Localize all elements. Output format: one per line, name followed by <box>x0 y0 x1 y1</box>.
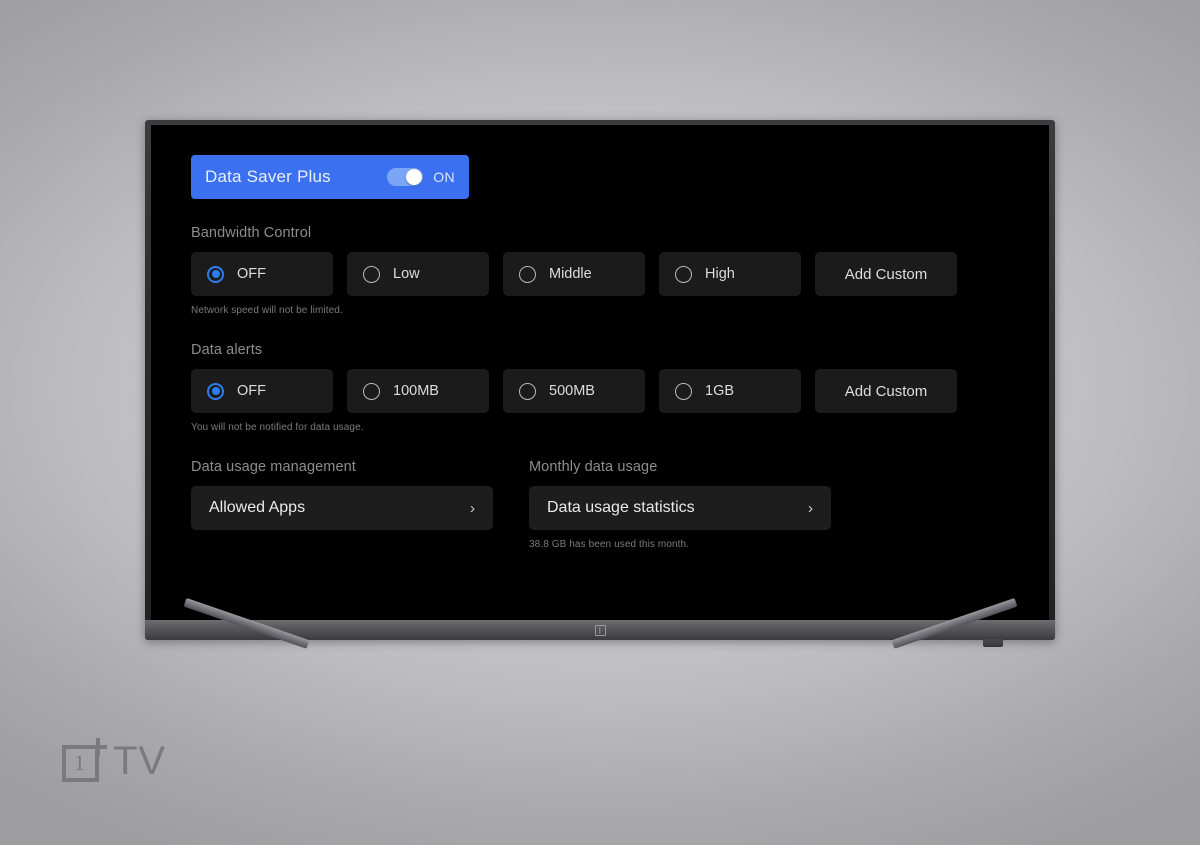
banner-title: Data Saver Plus <box>205 167 331 186</box>
alerts-options-row: OFF 100MB 500MB 1GB Add Custom <box>191 369 1009 413</box>
bottom-sections: Data usage management Allowed Apps › Mon… <box>191 459 1009 550</box>
alert-option-off[interactable]: OFF <box>191 369 333 413</box>
option-label: Low <box>393 266 420 282</box>
tv-screen: Data Saver Plus ON Bandwidth Control OFF <box>151 125 1049 620</box>
section-data-usage-management: Data usage management Allowed Apps › <box>191 459 493 550</box>
radio-icon <box>363 382 380 400</box>
bandwidth-section-title: Bandwidth Control <box>191 225 312 241</box>
plus-icon <box>89 738 107 756</box>
radio-icon <box>519 382 536 400</box>
radio-selected-icon <box>207 265 224 283</box>
chevron-right-icon: › <box>470 499 475 517</box>
section-bandwidth-control: Bandwidth Control OFF Low Middle High Ad… <box>191 225 1009 316</box>
option-label: 100MB <box>393 383 439 399</box>
option-label: 500MB <box>549 383 595 399</box>
alerts-add-custom-button[interactable]: Add Custom <box>815 369 957 413</box>
data-usage-statistics-label: Data usage statistics <box>547 499 695 516</box>
monthly-section-title: Monthly data usage <box>529 459 658 475</box>
brand-name: TV <box>113 739 167 783</box>
oneplus-logo-icon <box>594 624 606 636</box>
alerts-hint: You will not be notified for data usage. <box>191 422 364 433</box>
bandwidth-hint: Network speed will not be limited. <box>191 305 343 316</box>
data-saver-toggle[interactable] <box>387 168 424 186</box>
option-label: Middle <box>549 266 592 282</box>
television: Data Saver Plus ON Bandwidth Control OFF <box>145 120 1055 647</box>
data-saver-settings-screen: Data Saver Plus ON Bandwidth Control OFF <box>151 125 1049 620</box>
radio-icon <box>675 265 692 283</box>
option-label: OFF <box>237 383 266 399</box>
bandwidth-add-custom-button[interactable]: Add Custom <box>815 252 957 296</box>
option-label: High <box>705 266 735 282</box>
data-usage-statistics-button[interactable]: Data usage statistics › <box>529 486 831 530</box>
management-section-title: Data usage management <box>191 459 356 475</box>
oneplus-digit: 1 <box>74 750 85 775</box>
bandwidth-option-middle[interactable]: Middle <box>503 252 645 296</box>
section-data-alerts: Data alerts OFF 100MB 500MB 1GB Add Cust… <box>191 342 1009 433</box>
option-label: Add Custom <box>844 382 928 400</box>
toggle-knob <box>406 169 423 185</box>
monthly-usage-hint: 38.8 GB has been used this month. <box>529 539 690 550</box>
toggle-state-label: ON <box>433 169 455 185</box>
alert-option-1gb[interactable]: 1GB <box>659 369 801 413</box>
alert-option-100mb[interactable]: 100MB <box>347 369 489 413</box>
section-monthly-data-usage: Monthly data usage Data usage statistics… <box>529 459 831 550</box>
allowed-apps-label: Allowed Apps <box>209 499 306 516</box>
bandwidth-options-row: OFF Low Middle High Add Custom <box>191 252 1009 296</box>
option-label: Add Custom <box>844 265 928 283</box>
bandwidth-option-low[interactable]: Low <box>347 252 489 296</box>
option-label: 1GB <box>705 383 735 399</box>
tv-ir-receiver <box>983 639 1003 647</box>
bandwidth-option-high[interactable]: High <box>659 252 801 296</box>
radio-icon <box>363 265 380 283</box>
radio-selected-icon <box>207 382 224 400</box>
alert-option-500mb[interactable]: 500MB <box>503 369 645 413</box>
allowed-apps-button[interactable]: Allowed Apps › <box>191 486 493 530</box>
radio-icon <box>675 382 692 400</box>
bandwidth-option-off[interactable]: OFF <box>191 252 333 296</box>
alerts-section-title: Data alerts <box>191 342 263 358</box>
oneplus-tv-brand: 1 TV <box>62 738 166 782</box>
option-label: OFF <box>237 266 266 282</box>
oneplus-mark-icon: 1 <box>62 738 107 782</box>
chevron-right-icon: › <box>808 499 813 517</box>
data-saver-plus-banner[interactable]: Data Saver Plus ON <box>191 155 469 199</box>
radio-icon <box>519 265 536 283</box>
